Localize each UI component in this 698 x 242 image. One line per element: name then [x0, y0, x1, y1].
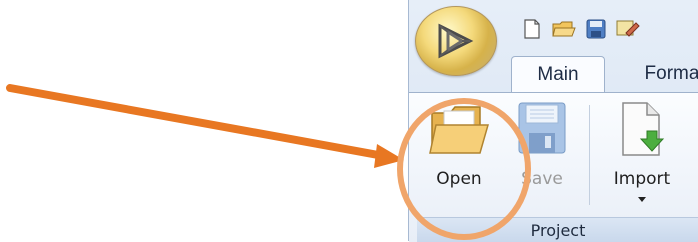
folder-icon — [429, 106, 489, 154]
import-document-icon — [622, 102, 665, 156]
import-button[interactable]: Import — [597, 99, 687, 209]
save-icon[interactable] — [583, 18, 609, 40]
ribbon-group-project: Open Save Import Project — [409, 93, 698, 242]
save-button[interactable]: Save — [507, 99, 577, 209]
app-logo-icon — [438, 23, 474, 59]
ribbon-panel: Open Save Import Project — [409, 92, 698, 242]
application-menu-button[interactable] — [415, 6, 497, 76]
save-button-label: Save — [521, 169, 563, 189]
group-label: Project — [417, 217, 698, 242]
app-window: Main Forma Open Save Import Project — [408, 0, 698, 242]
open-folder-icon[interactable] — [551, 18, 577, 40]
open-button[interactable]: Open — [419, 99, 499, 209]
annotation-arrow-shaft — [6, 84, 388, 160]
new-document-icon[interactable] — [519, 18, 545, 40]
annotation-arrow-head — [374, 144, 404, 168]
tab-main[interactable]: Main — [511, 56, 605, 93]
ribbon-tab-strip: Main Forma — [497, 56, 698, 93]
ribbon-separator — [589, 105, 590, 205]
quick-access-toolbar — [519, 18, 641, 40]
open-button-label: Open — [436, 169, 482, 189]
edit-icon[interactable] — [615, 18, 641, 40]
import-button-label: Import — [613, 169, 671, 189]
chevron-down-icon[interactable] — [638, 197, 646, 202]
floppy-disk-icon — [518, 102, 566, 154]
tab-format[interactable]: Forma — [627, 56, 698, 92]
